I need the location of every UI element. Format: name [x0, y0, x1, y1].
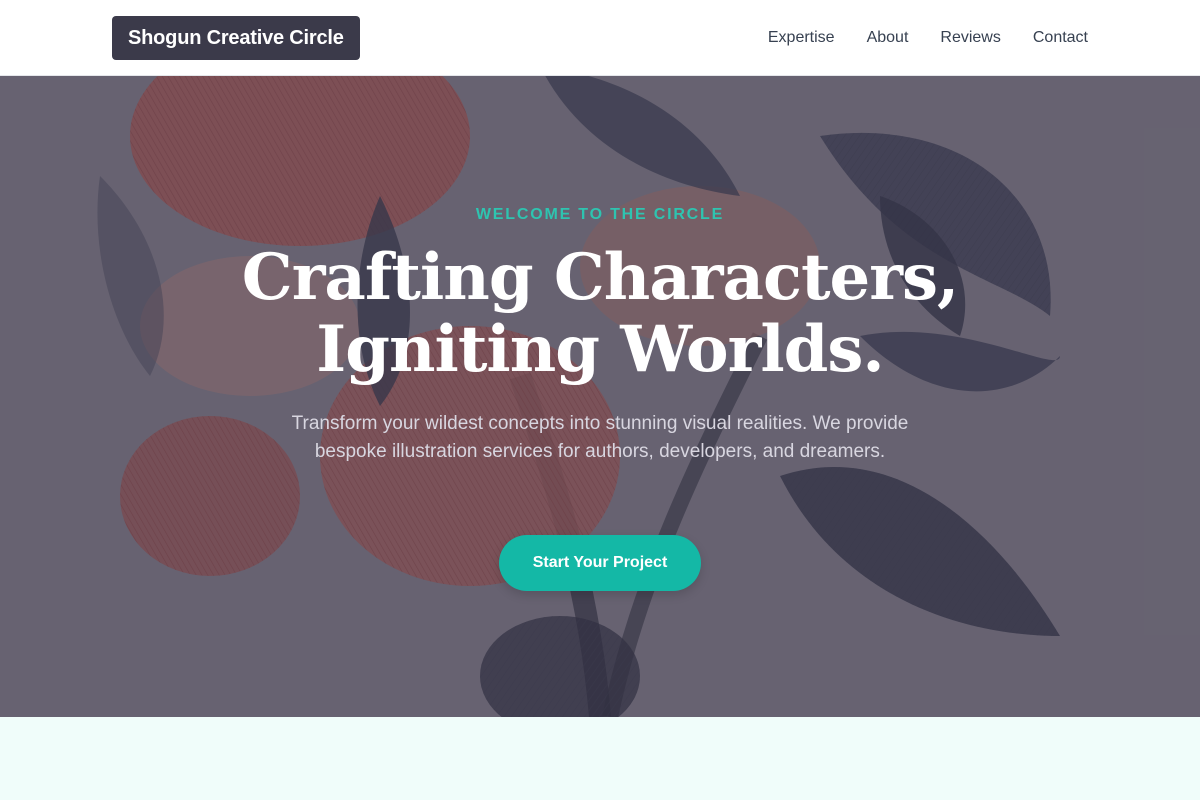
nav-item-reviews[interactable]: Reviews — [940, 29, 1000, 47]
next-section — [0, 717, 1200, 800]
start-project-button[interactable]: Start Your Project — [499, 535, 701, 591]
main-nav: Expertise About Reviews Contact — [736, 0, 1088, 76]
hero-headline-line-1: Crafting Characters, — [241, 240, 960, 315]
hero-section: WELCOME TO THE CIRCLE Crafting Character… — [0, 76, 1200, 717]
nav-item-expertise[interactable]: Expertise — [768, 29, 835, 47]
hero-content: WELCOME TO THE CIRCLE Crafting Character… — [0, 76, 1200, 717]
nav-item-contact[interactable]: Contact — [1033, 29, 1088, 47]
hero-subtext: Transform your wildest concepts into stu… — [291, 413, 909, 462]
hero-headline-line-2: Igniting Worlds. — [316, 312, 884, 387]
nav-item-about[interactable]: About — [867, 29, 909, 47]
site-header: Shogun Creative Circle Expertise About R… — [0, 0, 1200, 76]
hero-headline: Crafting Characters, Igniting Worlds. — [200, 242, 1000, 386]
brand-logo[interactable]: Shogun Creative Circle — [112, 16, 360, 60]
hero-eyebrow: WELCOME TO THE CIRCLE — [475, 206, 725, 223]
